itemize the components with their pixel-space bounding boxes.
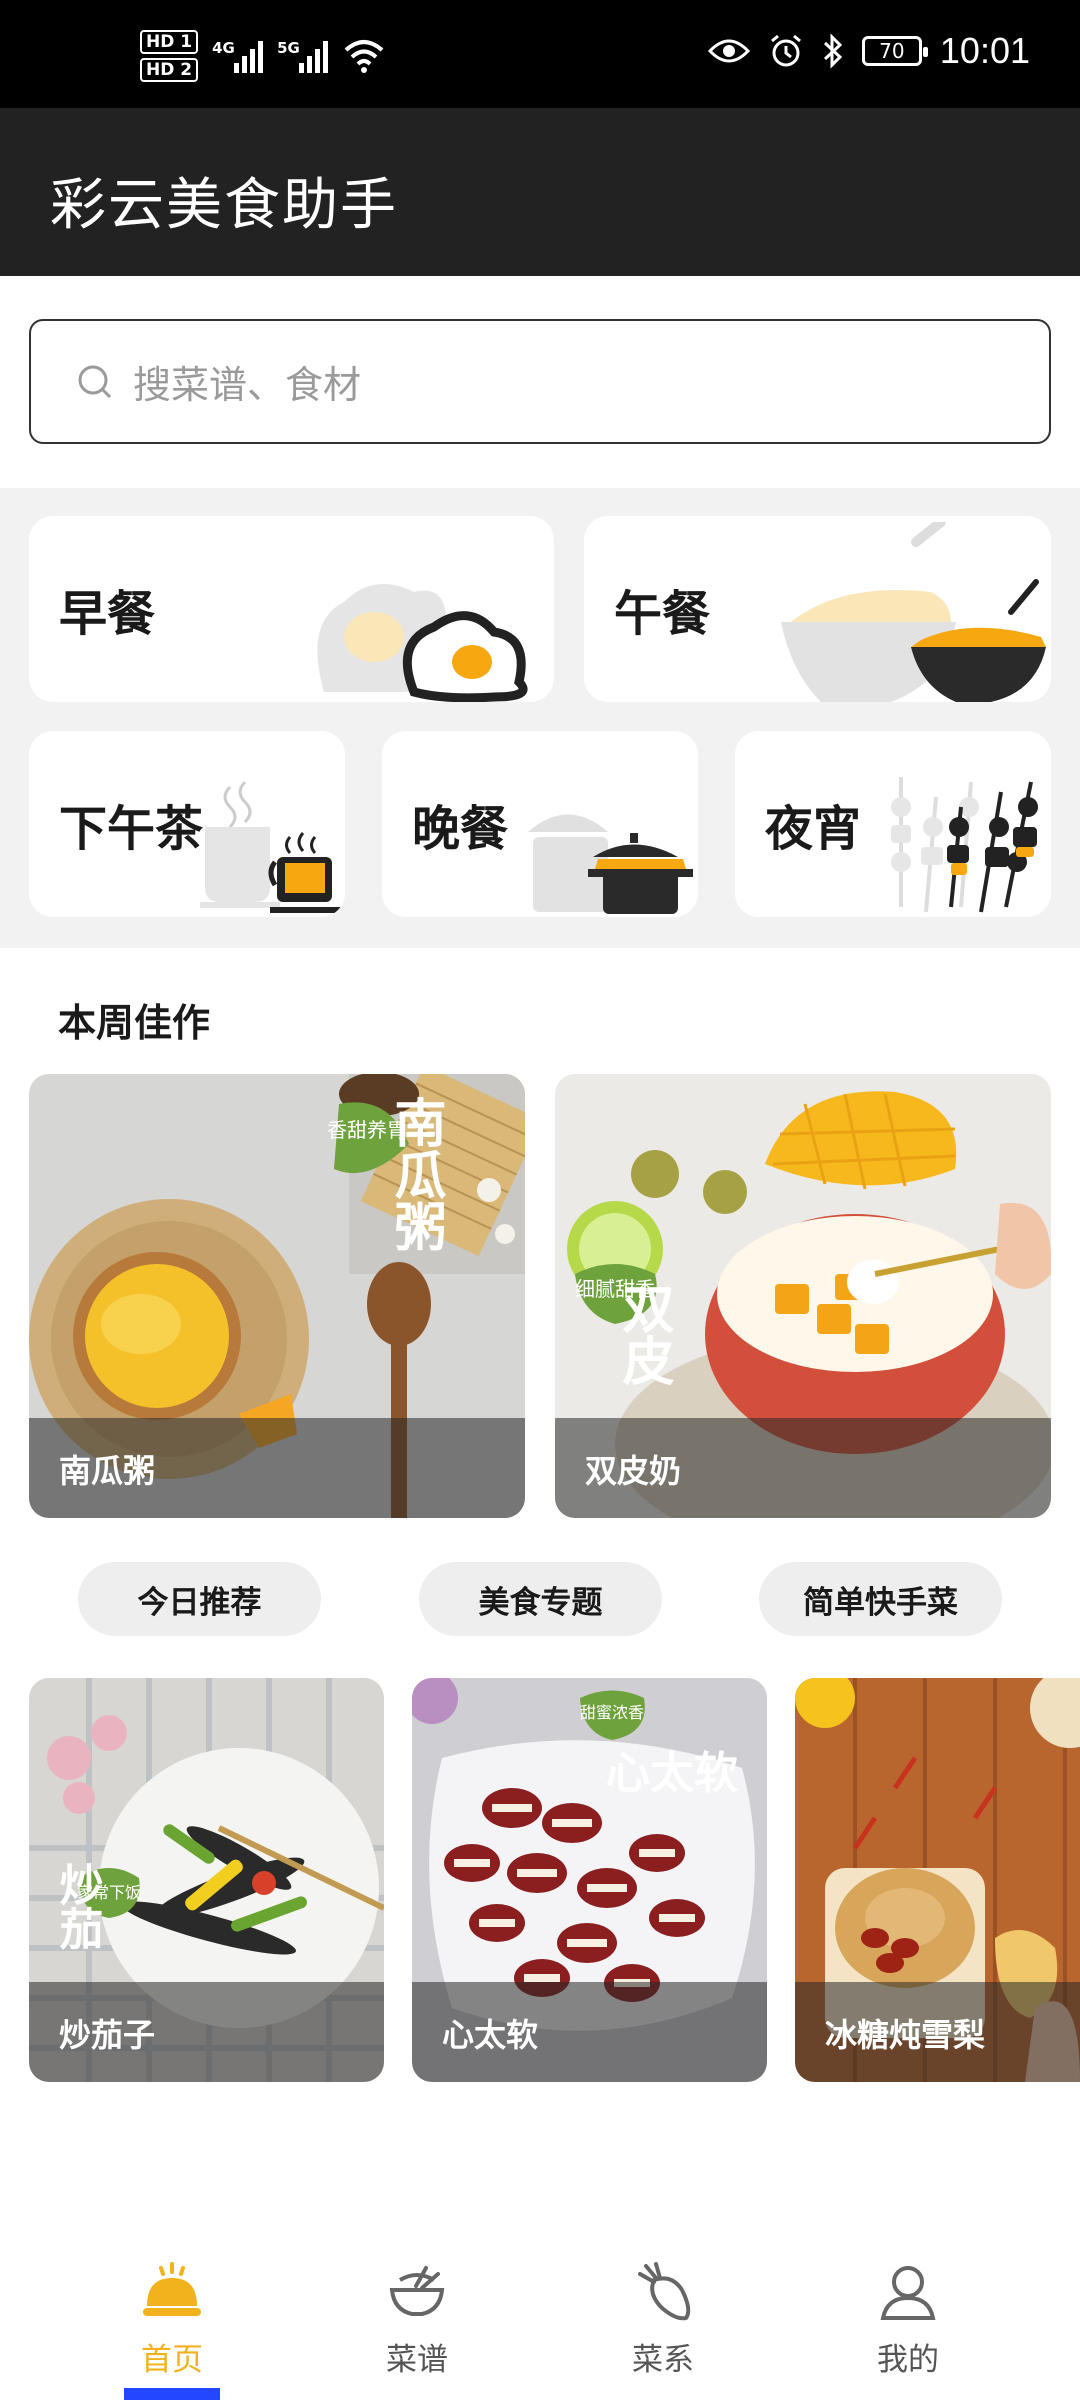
home-cloche-icon — [143, 2262, 201, 2316]
tab-today-recommend[interactable]: 今日推荐 — [78, 1562, 321, 1636]
active-tab-indicator — [124, 2388, 220, 2400]
card-caption: 心太软 — [412, 1982, 767, 2082]
weekly-card-pumpkin-porridge[interactable]: 香甜养胃 南瓜粥 南瓜粥 — [29, 1074, 525, 1518]
category-lunch[interactable]: 午餐 — [584, 516, 1051, 702]
search-placeholder: 搜菜谱、食材 — [133, 363, 362, 407]
net2-label: 5G — [277, 39, 300, 57]
fried-egg-icon — [317, 584, 528, 702]
nav-label: 我的 — [877, 2342, 939, 2378]
weekly-card-double-skin-milk[interactable]: 细腻甜香 双皮 双皮奶 — [555, 1074, 1051, 1518]
category-label: 下午茶 — [59, 801, 204, 857]
recipe-card-stir-fried-eggplant[interactable]: 家常下饭 炒茄 炒茄子 — [29, 1678, 384, 2082]
sim1-label: HD 1 — [140, 30, 199, 54]
bluetooth-icon — [823, 33, 843, 69]
tab-food-topics[interactable]: 美食专题 — [419, 1562, 662, 1636]
app-title-bar: 彩云美食助手 — [0, 108, 1080, 276]
overlay-text: 双皮 — [613, 1282, 674, 1386]
card-title: 心太软 — [442, 2016, 539, 2054]
category-dinner[interactable]: 晚餐 — [382, 731, 698, 917]
net1-label: 4G — [212, 39, 235, 57]
recipe-card-pear-soup[interactable]: 冰糖炖雪梨 — [795, 1678, 1080, 2082]
tea-cup-icon — [200, 780, 345, 913]
card-caption: 炒茄子 — [29, 1982, 384, 2082]
bottom-navigation: 首页 菜谱 菜系 我的 — [0, 2230, 1080, 2400]
category-label: 晚餐 — [412, 801, 509, 857]
wifi-icon — [344, 40, 384, 73]
sim2-label: HD 2 — [140, 58, 199, 82]
nav-label: 菜谱 — [386, 2342, 448, 2378]
eye-icon — [707, 39, 750, 63]
signal-4g-icon: 4G — [212, 39, 264, 73]
status-right: 70 10:01 — [707, 30, 1030, 72]
battery-icon: 70 — [861, 36, 928, 66]
category-label: 早餐 — [59, 586, 156, 642]
alarm-icon — [770, 34, 801, 67]
nav-recipes[interactable]: 菜谱 — [317, 2260, 517, 2379]
radish-icon — [638, 2262, 691, 2321]
card-caption: 南瓜粥 — [29, 1418, 525, 1518]
category-breakfast[interactable]: 早餐 — [29, 516, 554, 702]
card-caption: 冰糖炖雪梨 — [795, 1982, 1080, 2082]
nav-label: 首页 — [141, 2342, 203, 2378]
category-afternoon-tea[interactable]: 下午茶 — [29, 731, 345, 917]
card-title: 南瓜粥 — [59, 1452, 156, 1490]
nav-profile[interactable]: 我的 — [808, 2260, 1008, 2379]
skewers-icon — [891, 777, 1038, 913]
rice-bowl-icon — [781, 522, 1046, 702]
bowl-icon — [389, 2266, 445, 2316]
overlay-text: 炒茄 — [52, 1862, 104, 1951]
nav-cuisines[interactable]: 菜系 — [563, 2260, 763, 2379]
tab-quick-dishes[interactable]: 简单快手菜 — [759, 1562, 1002, 1636]
app-title: 彩云美食助手 — [50, 173, 398, 238]
card-title: 炒茄子 — [59, 2016, 156, 2054]
search-icon — [78, 365, 112, 398]
pot-icon — [528, 814, 693, 914]
sim-indicators: HD 1 HD 2 — [140, 30, 199, 82]
meal-category-grid: 早餐 午餐 下午茶 晚餐 夜宵 — [0, 488, 1080, 948]
category-late-night-snack[interactable]: 夜宵 — [735, 731, 1051, 917]
search-bar[interactable]: 搜菜谱、食材 — [29, 319, 1051, 444]
recipe-card-stuffed-dates[interactable]: 甜蜜浓香 心太软 心太软 — [412, 1678, 767, 2082]
category-label: 午餐 — [614, 586, 711, 642]
overlay-text: 南瓜粥 — [385, 1096, 446, 1252]
status-bar: HD 1 HD 2 4G 5G 70 10:01 — [0, 0, 1080, 108]
card-caption: 双皮奶 — [555, 1418, 1051, 1518]
nav-label: 菜系 — [632, 2342, 694, 2378]
status-left: HD 1 HD 2 4G 5G — [140, 30, 386, 82]
category-label: 夜宵 — [765, 801, 862, 857]
battery-level: 70 — [879, 39, 905, 63]
card-title: 双皮奶 — [585, 1452, 682, 1490]
weekly-section-title: 本周佳作 — [58, 1001, 211, 1045]
badge-text: 甜蜜浓香 — [580, 1703, 644, 1722]
overlay-text: 心太软 — [606, 1748, 738, 1799]
user-icon — [880, 2266, 936, 2320]
clock: 10:01 — [939, 30, 1030, 71]
card-title: 冰糖炖雪梨 — [825, 2016, 986, 2054]
signal-5g-icon: 5G — [277, 39, 329, 73]
nav-home[interactable]: 首页 — [72, 2260, 272, 2379]
